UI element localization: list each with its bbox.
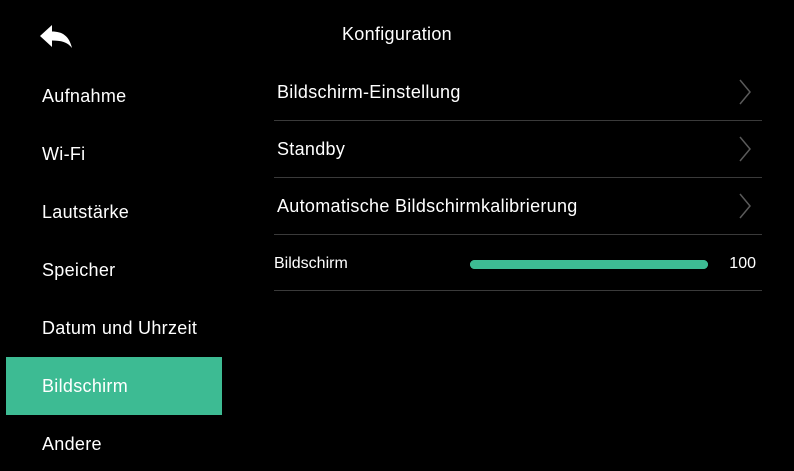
sidebar-item-bildschirm[interactable]: Bildschirm [6,357,222,415]
brightness-row: Bildschirm 100 [274,235,762,291]
sidebar: Aufnahme Wi-Fi Lautstärke Speicher Datum… [0,67,222,471]
settings-screen: Konfiguration Aufnahme Wi-Fi Lautstärke … [0,0,794,471]
brightness-label: Bildschirm [274,255,348,272]
row-standby[interactable]: Standby [274,121,762,178]
sidebar-item-andere[interactable]: Andere [0,415,222,471]
sidebar-item-datum-und-uhrzeit[interactable]: Datum und Uhrzeit [0,299,222,357]
row-label: Bildschirm-Einstellung [277,82,461,102]
sidebar-item-wifi[interactable]: Wi-Fi [0,125,222,183]
chevron-right-icon [739,136,751,162]
chevron-right-icon [739,79,751,105]
page-title: Konfiguration [342,24,452,44]
chevron-right-icon [739,193,751,219]
sidebar-item-lautstaerke[interactable]: Lautstärke [0,183,222,241]
sidebar-item-aufnahme[interactable]: Aufnahme [0,67,222,125]
row-automatische-bildschirmkalibrierung[interactable]: Automatische Bildschirmkalibrierung [274,178,762,235]
row-bildschirm-einstellung[interactable]: Bildschirm-Einstellung [274,64,762,121]
row-label: Standby [277,139,346,159]
sidebar-item-speicher[interactable]: Speicher [0,241,222,299]
row-label: Automatische Bildschirmkalibrierung [277,196,578,216]
brightness-slider-fill [470,260,708,269]
brightness-value: 100 [729,255,756,272]
settings-list: Bildschirm-Einstellung Standby Automatis… [274,64,762,291]
brightness-slider[interactable] [470,260,708,269]
